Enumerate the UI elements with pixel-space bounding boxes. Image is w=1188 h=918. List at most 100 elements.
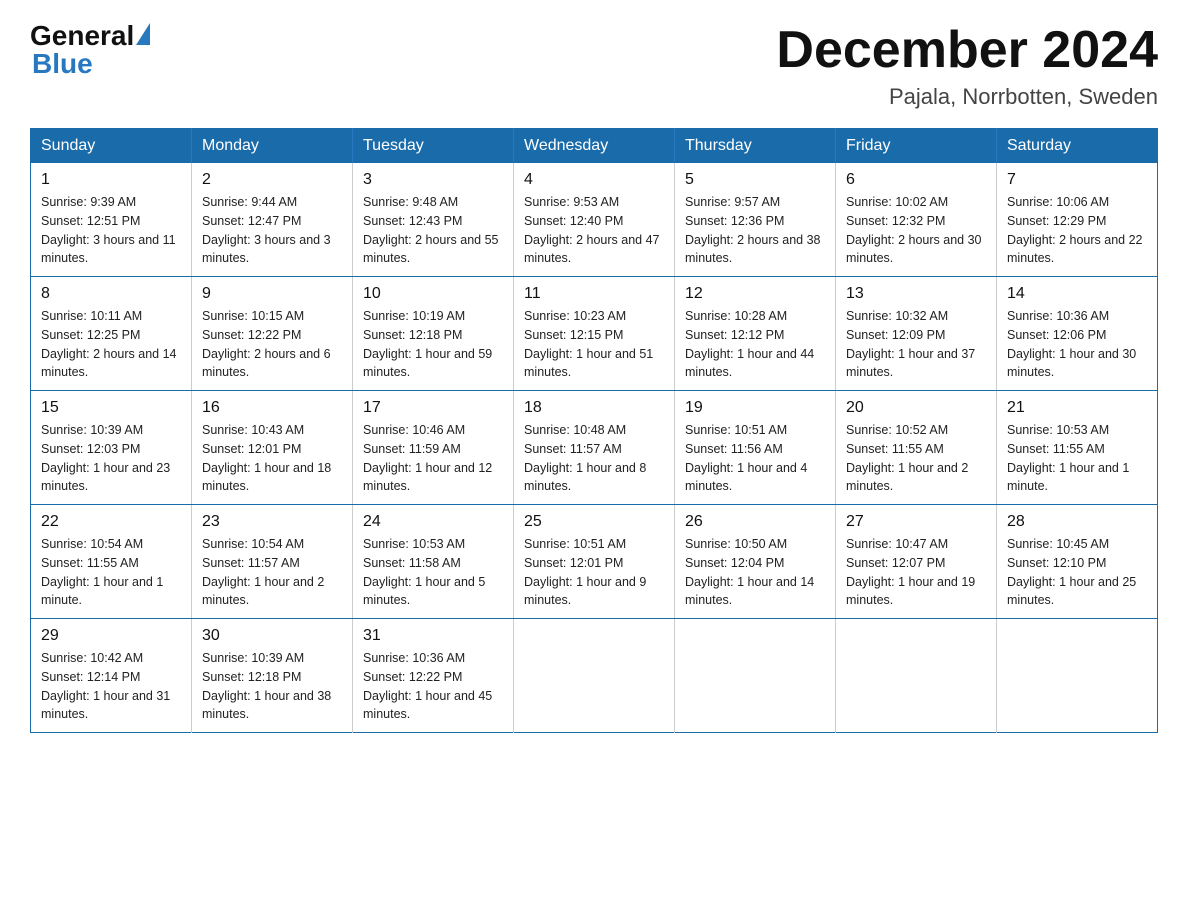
day-info: Sunrise: 10:39 AMSunset: 12:03 PMDayligh… — [41, 421, 181, 496]
calendar-cell: 15 Sunrise: 10:39 AMSunset: 12:03 PMDayli… — [31, 391, 192, 505]
day-info: Sunrise: 9:44 AMSunset: 12:47 PMDaylight… — [202, 193, 342, 268]
calendar-cell: 22 Sunrise: 10:54 AMSunset: 11:55 AMDayli… — [31, 505, 192, 619]
calendar-cell: 19 Sunrise: 10:51 AMSunset: 11:56 AMDayli… — [675, 391, 836, 505]
day-number: 20 — [846, 399, 986, 417]
day-number: 4 — [524, 171, 664, 189]
calendar-cell — [997, 619, 1158, 733]
day-number: 5 — [685, 171, 825, 189]
calendar-cell: 10Sunrise: 10:19 AMSunset: 12:18 PMDayli… — [353, 277, 514, 391]
calendar-cell: 12 Sunrise: 10:28 AMSunset: 12:12 PMDayli… — [675, 277, 836, 391]
calendar-table: SundayMondayTuesdayWednesdayThursdayFrid… — [30, 128, 1158, 733]
day-info: Sunrise: 10:06 AMSunset: 12:29 PMDayligh… — [1007, 193, 1147, 268]
day-number: 14 — [1007, 285, 1147, 303]
calendar-cell: 25Sunrise: 10:51 AMSunset: 12:01 PMDayli… — [514, 505, 675, 619]
calendar-week-4: 22 Sunrise: 10:54 AMSunset: 11:55 AMDayli… — [31, 505, 1158, 619]
calendar-cell: 11Sunrise: 10:23 AMSunset: 12:15 PMDayli… — [514, 277, 675, 391]
calendar-cell: 17 Sunrise: 10:46 AMSunset: 11:59 AMDayli… — [353, 391, 514, 505]
day-number: 26 — [685, 513, 825, 531]
calendar-cell: 6Sunrise: 10:02 AMSunset: 12:32 PMDaylig… — [836, 163, 997, 277]
day-number: 31 — [363, 627, 503, 645]
title-section: December 2024 Pajala, Norrbotten, Sweden — [776, 20, 1158, 110]
day-info: Sunrise: 10:52 AMSunset: 11:55 AMDayligh… — [846, 421, 986, 496]
day-number: 18 — [524, 399, 664, 417]
logo-triangle-icon — [136, 23, 150, 45]
calendar-cell: 23 Sunrise: 10:54 AMSunset: 11:57 AMDayli… — [192, 505, 353, 619]
day-info: Sunrise: 10:15 AMSunset: 12:22 PMDayligh… — [202, 307, 342, 382]
calendar-cell: 30 Sunrise: 10:39 AMSunset: 12:18 PMDayli… — [192, 619, 353, 733]
day-number: 28 — [1007, 513, 1147, 531]
calendar-cell: 1Sunrise: 9:39 AMSunset: 12:51 PMDayligh… — [31, 163, 192, 277]
calendar-cell — [836, 619, 997, 733]
calendar-cell: 2Sunrise: 9:44 AMSunset: 12:47 PMDayligh… — [192, 163, 353, 277]
day-number: 9 — [202, 285, 342, 303]
logo: General Blue — [30, 20, 150, 80]
calendar-header-friday: Friday — [836, 129, 997, 164]
day-info: Sunrise: 10:54 AMSunset: 11:57 AMDayligh… — [202, 535, 342, 610]
calendar-header-saturday: Saturday — [997, 129, 1158, 164]
day-info: Sunrise: 9:53 AMSunset: 12:40 PMDaylight… — [524, 193, 664, 268]
calendar-cell: 28 Sunrise: 10:45 AMSunset: 12:10 PMDayli… — [997, 505, 1158, 619]
day-info: Sunrise: 10:48 AMSunset: 11:57 AMDayligh… — [524, 421, 664, 496]
day-info: Sunrise: 10:47 AMSunset: 12:07 PMDayligh… — [846, 535, 986, 610]
day-number: 27 — [846, 513, 986, 531]
day-number: 10 — [363, 285, 503, 303]
calendar-header-sunday: Sunday — [31, 129, 192, 164]
day-info: Sunrise: 10:54 AMSunset: 11:55 AMDayligh… — [41, 535, 181, 610]
day-number: 11 — [524, 285, 664, 303]
day-number: 3 — [363, 171, 503, 189]
calendar-header-row: SundayMondayTuesdayWednesdayThursdayFrid… — [31, 129, 1158, 164]
day-info: Sunrise: 10:11 AMSunset: 12:25 PMDayligh… — [41, 307, 181, 382]
day-info: Sunrise: 10:28 AMSunset: 12:12 PMDayligh… — [685, 307, 825, 382]
calendar-week-5: 29 Sunrise: 10:42 AMSunset: 12:14 PMDayli… — [31, 619, 1158, 733]
calendar-cell: 14 Sunrise: 10:36 AMSunset: 12:06 PMDayli… — [997, 277, 1158, 391]
calendar-cell: 26 Sunrise: 10:50 AMSunset: 12:04 PMDayli… — [675, 505, 836, 619]
day-number: 25 — [524, 513, 664, 531]
day-number: 12 — [685, 285, 825, 303]
calendar-cell: 21 Sunrise: 10:53 AMSunset: 11:55 AMDayli… — [997, 391, 1158, 505]
day-info: Sunrise: 9:48 AMSunset: 12:43 PMDaylight… — [363, 193, 503, 268]
location-text: Pajala, Norrbotten, Sweden — [776, 84, 1158, 110]
day-number: 19 — [685, 399, 825, 417]
calendar-week-3: 15 Sunrise: 10:39 AMSunset: 12:03 PMDayli… — [31, 391, 1158, 505]
day-info: Sunrise: 10:39 AMSunset: 12:18 PMDayligh… — [202, 649, 342, 724]
calendar-week-2: 8 Sunrise: 10:11 AMSunset: 12:25 PMDaylig… — [31, 277, 1158, 391]
day-number: 29 — [41, 627, 181, 645]
day-info: Sunrise: 10:32 AMSunset: 12:09 PMDayligh… — [846, 307, 986, 382]
calendar-cell: 27 Sunrise: 10:47 AMSunset: 12:07 PMDayli… — [836, 505, 997, 619]
day-number: 1 — [41, 171, 181, 189]
calendar-cell: 13 Sunrise: 10:32 AMSunset: 12:09 PMDayli… — [836, 277, 997, 391]
day-number: 23 — [202, 513, 342, 531]
calendar-cell: 4 Sunrise: 9:53 AMSunset: 12:40 PMDayligh… — [514, 163, 675, 277]
day-number: 24 — [363, 513, 503, 531]
day-info: Sunrise: 9:57 AMSunset: 12:36 PMDaylight… — [685, 193, 825, 268]
calendar-week-1: 1Sunrise: 9:39 AMSunset: 12:51 PMDayligh… — [31, 163, 1158, 277]
month-title: December 2024 — [776, 20, 1158, 80]
day-number: 13 — [846, 285, 986, 303]
day-info: Sunrise: 10:53 AMSunset: 11:55 AMDayligh… — [1007, 421, 1147, 496]
day-number: 15 — [41, 399, 181, 417]
calendar-cell: 24Sunrise: 10:53 AMSunset: 11:58 AMDayli… — [353, 505, 514, 619]
day-info: Sunrise: 10:43 AMSunset: 12:01 PMDayligh… — [202, 421, 342, 496]
day-info: Sunrise: 10:42 AMSunset: 12:14 PMDayligh… — [41, 649, 181, 724]
day-number: 21 — [1007, 399, 1147, 417]
day-info: Sunrise: 10:50 AMSunset: 12:04 PMDayligh… — [685, 535, 825, 610]
day-info: Sunrise: 10:45 AMSunset: 12:10 PMDayligh… — [1007, 535, 1147, 610]
day-number: 22 — [41, 513, 181, 531]
day-info: Sunrise: 10:46 AMSunset: 11:59 AMDayligh… — [363, 421, 503, 496]
day-number: 8 — [41, 285, 181, 303]
calendar-cell — [675, 619, 836, 733]
day-number: 17 — [363, 399, 503, 417]
calendar-header-wednesday: Wednesday — [514, 129, 675, 164]
day-info: Sunrise: 10:51 AMSunset: 11:56 AMDayligh… — [685, 421, 825, 496]
calendar-cell: 5 Sunrise: 9:57 AMSunset: 12:36 PMDayligh… — [675, 163, 836, 277]
calendar-header-monday: Monday — [192, 129, 353, 164]
calendar-cell: 8 Sunrise: 10:11 AMSunset: 12:25 PMDaylig… — [31, 277, 192, 391]
calendar-header-tuesday: Tuesday — [353, 129, 514, 164]
calendar-cell: 29 Sunrise: 10:42 AMSunset: 12:14 PMDayli… — [31, 619, 192, 733]
calendar-cell: 7Sunrise: 10:06 AMSunset: 12:29 PMDaylig… — [997, 163, 1158, 277]
day-number: 30 — [202, 627, 342, 645]
day-number: 16 — [202, 399, 342, 417]
day-info: Sunrise: 10:36 AMSunset: 12:06 PMDayligh… — [1007, 307, 1147, 382]
calendar-header-thursday: Thursday — [675, 129, 836, 164]
logo-blue-text: Blue — [32, 48, 93, 80]
